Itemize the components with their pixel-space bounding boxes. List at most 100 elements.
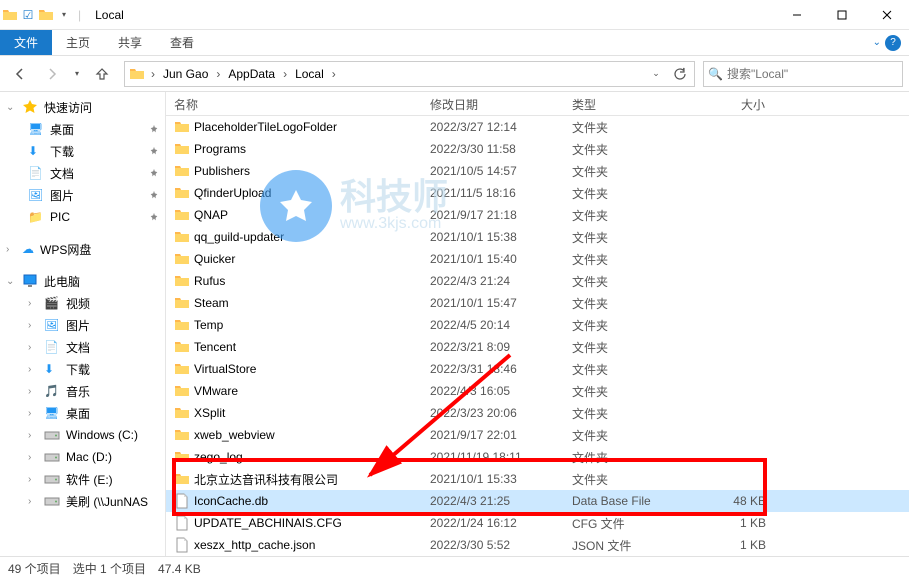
sidebar-item[interactable]: 🖼图片 <box>0 184 165 206</box>
qat-dropdown-icon[interactable]: ▾ <box>56 7 72 23</box>
file-row[interactable]: xweb_webview2021/9/17 22:01文件夹 <box>166 424 909 446</box>
navigation-bar: ▾ › Jun Gao › AppData › Local › ⌄ 🔍 <box>0 56 909 92</box>
sidebar-wps[interactable]: › ☁ WPS网盘 <box>0 238 165 260</box>
expand-icon[interactable]: › <box>28 386 38 397</box>
folder-icon <box>174 471 190 487</box>
monitor-icon <box>22 273 38 289</box>
sidebar-item[interactable]: ›⬇下载 <box>0 358 165 380</box>
title-bar: ☑ ▾ | Local <box>0 0 909 30</box>
breadcrumb-segment[interactable]: Local <box>291 62 328 86</box>
file-row[interactable]: Tencent2022/3/21 8:09文件夹 <box>166 336 909 358</box>
forward-button[interactable] <box>38 60 66 88</box>
expand-icon[interactable]: › <box>6 244 16 255</box>
folder-icon <box>174 449 190 465</box>
ribbon-expand-icon[interactable]: ⌄ <box>873 37 881 48</box>
column-name[interactable]: 名称 <box>166 92 422 115</box>
expand-icon[interactable]: › <box>28 474 38 485</box>
recent-dropdown[interactable]: ▾ <box>70 60 84 88</box>
expand-icon[interactable]: › <box>28 364 38 375</box>
file-row[interactable]: Rufus2022/4/3 21:24文件夹 <box>166 270 909 292</box>
sidebar-item[interactable]: ›🎬视频 <box>0 292 165 314</box>
ribbon-tab-home[interactable]: 主页 <box>52 30 104 55</box>
file-row[interactable]: xeszx_http_cache.json2022/3/30 5:52JSON … <box>166 534 909 556</box>
address-dropdown[interactable]: ⌄ <box>644 62 668 86</box>
cloud-icon: ☁ <box>22 242 34 256</box>
file-row[interactable]: Publishers2021/10/5 14:57文件夹 <box>166 160 909 182</box>
downloads-icon: ⬇ <box>28 144 44 158</box>
file-row[interactable]: VMware2022/4/3 16:05文件夹 <box>166 380 909 402</box>
expand-icon[interactable]: › <box>28 320 38 331</box>
expand-icon[interactable]: › <box>28 408 38 419</box>
sidebar-item[interactable]: ›软件 (E:) <box>0 468 165 490</box>
column-size[interactable]: 大小 <box>684 92 774 115</box>
folder-icon <box>174 295 190 311</box>
sidebar-item[interactable]: ›🖥桌面 <box>0 402 165 424</box>
chevron-right-icon[interactable]: › <box>328 67 340 81</box>
sidebar-item[interactable]: ›🖼图片 <box>0 314 165 336</box>
maximize-button[interactable] <box>819 0 864 30</box>
file-row[interactable]: XSplit2022/3/23 20:06文件夹 <box>166 402 909 424</box>
sidebar-this-pc[interactable]: ⌄ 此电脑 <box>0 270 165 292</box>
expand-icon[interactable]: › <box>28 430 38 441</box>
expand-icon[interactable]: › <box>28 342 38 353</box>
navigation-pane: ⌄ 快速访问 🖥桌面⬇下载📄文档🖼图片📁PIC › ☁ WPS网盘 ⌄ 此电脑 … <box>0 92 166 556</box>
expand-icon[interactable]: ⌄ <box>6 102 16 113</box>
address-bar[interactable]: › Jun Gao › AppData › Local › ⌄ <box>124 61 695 87</box>
search-box[interactable]: 🔍 <box>703 61 903 87</box>
sidebar-quick-access[interactable]: ⌄ 快速访问 <box>0 96 165 118</box>
sidebar-item[interactable]: ›📄文档 <box>0 336 165 358</box>
back-button[interactable] <box>6 60 34 88</box>
sidebar-item[interactable]: ›美刷 (\\JunNAS <box>0 490 165 512</box>
ribbon-file-tab[interactable]: 文件 <box>0 30 52 55</box>
file-row[interactable]: QfinderUpload2021/11/5 18:16文件夹 <box>166 182 909 204</box>
column-headers: 名称 修改日期 类型 大小 <box>166 92 909 116</box>
drive-icon <box>44 427 60 443</box>
file-row[interactable]: Steam2021/10/1 15:47文件夹 <box>166 292 909 314</box>
file-row[interactable]: Programs2022/3/30 11:58文件夹 <box>166 138 909 160</box>
file-row[interactable]: qq_guild-updater2021/10/1 15:38文件夹 <box>166 226 909 248</box>
music-icon: 🎵 <box>44 384 60 398</box>
file-row[interactable]: UPDATE_ABCHINAIS.CFG2022/1/24 16:12CFG 文… <box>166 512 909 534</box>
file-row[interactable]: PlaceholderTileLogoFolder2022/3/27 12:14… <box>166 116 909 138</box>
breadcrumb-segment[interactable]: AppData <box>224 62 279 86</box>
sidebar-item[interactable]: 📄文档 <box>0 162 165 184</box>
file-row[interactable]: 北京立达音讯科技有限公司2021/10/1 15:33文件夹 <box>166 468 909 490</box>
chevron-right-icon[interactable]: › <box>279 67 291 81</box>
minimize-button[interactable] <box>774 0 819 30</box>
file-row[interactable]: zego_log2021/11/19 18:11文件夹 <box>166 446 909 468</box>
chevron-right-icon[interactable]: › <box>212 67 224 81</box>
chevron-right-icon[interactable]: › <box>147 67 159 81</box>
ribbon-tab-view[interactable]: 查看 <box>156 30 208 55</box>
breadcrumb-segment[interactable]: Jun Gao <box>159 62 212 86</box>
column-date[interactable]: 修改日期 <box>422 92 564 115</box>
sidebar-item[interactable]: 📁PIC <box>0 206 165 228</box>
ribbon-tab-share[interactable]: 共享 <box>104 30 156 55</box>
desktop-icon: 🖥 <box>28 122 44 136</box>
file-row[interactable]: Quicker2021/10/1 15:40文件夹 <box>166 248 909 270</box>
close-button[interactable] <box>864 0 909 30</box>
expand-icon[interactable]: ⌄ <box>6 276 16 287</box>
expand-icon[interactable]: › <box>28 496 38 507</box>
search-input[interactable] <box>727 67 898 81</box>
help-icon[interactable]: ? <box>885 35 901 51</box>
sidebar-item[interactable]: ›Mac (D:) <box>0 446 165 468</box>
up-button[interactable] <box>88 60 116 88</box>
refresh-button[interactable] <box>668 62 692 86</box>
sidebar-item[interactable]: ›Windows (C:) <box>0 424 165 446</box>
file-row[interactable]: QNAP2021/9/17 21:18文件夹 <box>166 204 909 226</box>
file-row[interactable]: Temp2022/4/5 20:14文件夹 <box>166 314 909 336</box>
sidebar-item[interactable]: ›🎵音乐 <box>0 380 165 402</box>
file-row[interactable]: IconCache.db2022/4/3 21:25Data Base File… <box>166 490 909 512</box>
folder-icon <box>174 383 190 399</box>
folder-icon <box>174 427 190 443</box>
column-type[interactable]: 类型 <box>564 92 684 115</box>
sidebar-item[interactable]: ⬇下载 <box>0 140 165 162</box>
qat-properties-icon[interactable]: ☑ <box>20 7 36 23</box>
window-title: Local <box>95 8 124 22</box>
expand-icon[interactable]: › <box>28 452 38 463</box>
file-row[interactable]: VirtualStore2022/3/31 18:46文件夹 <box>166 358 909 380</box>
folder-icon <box>127 66 147 82</box>
expand-icon[interactable]: › <box>28 298 38 309</box>
star-icon <box>22 99 38 115</box>
sidebar-item[interactable]: 🖥桌面 <box>0 118 165 140</box>
